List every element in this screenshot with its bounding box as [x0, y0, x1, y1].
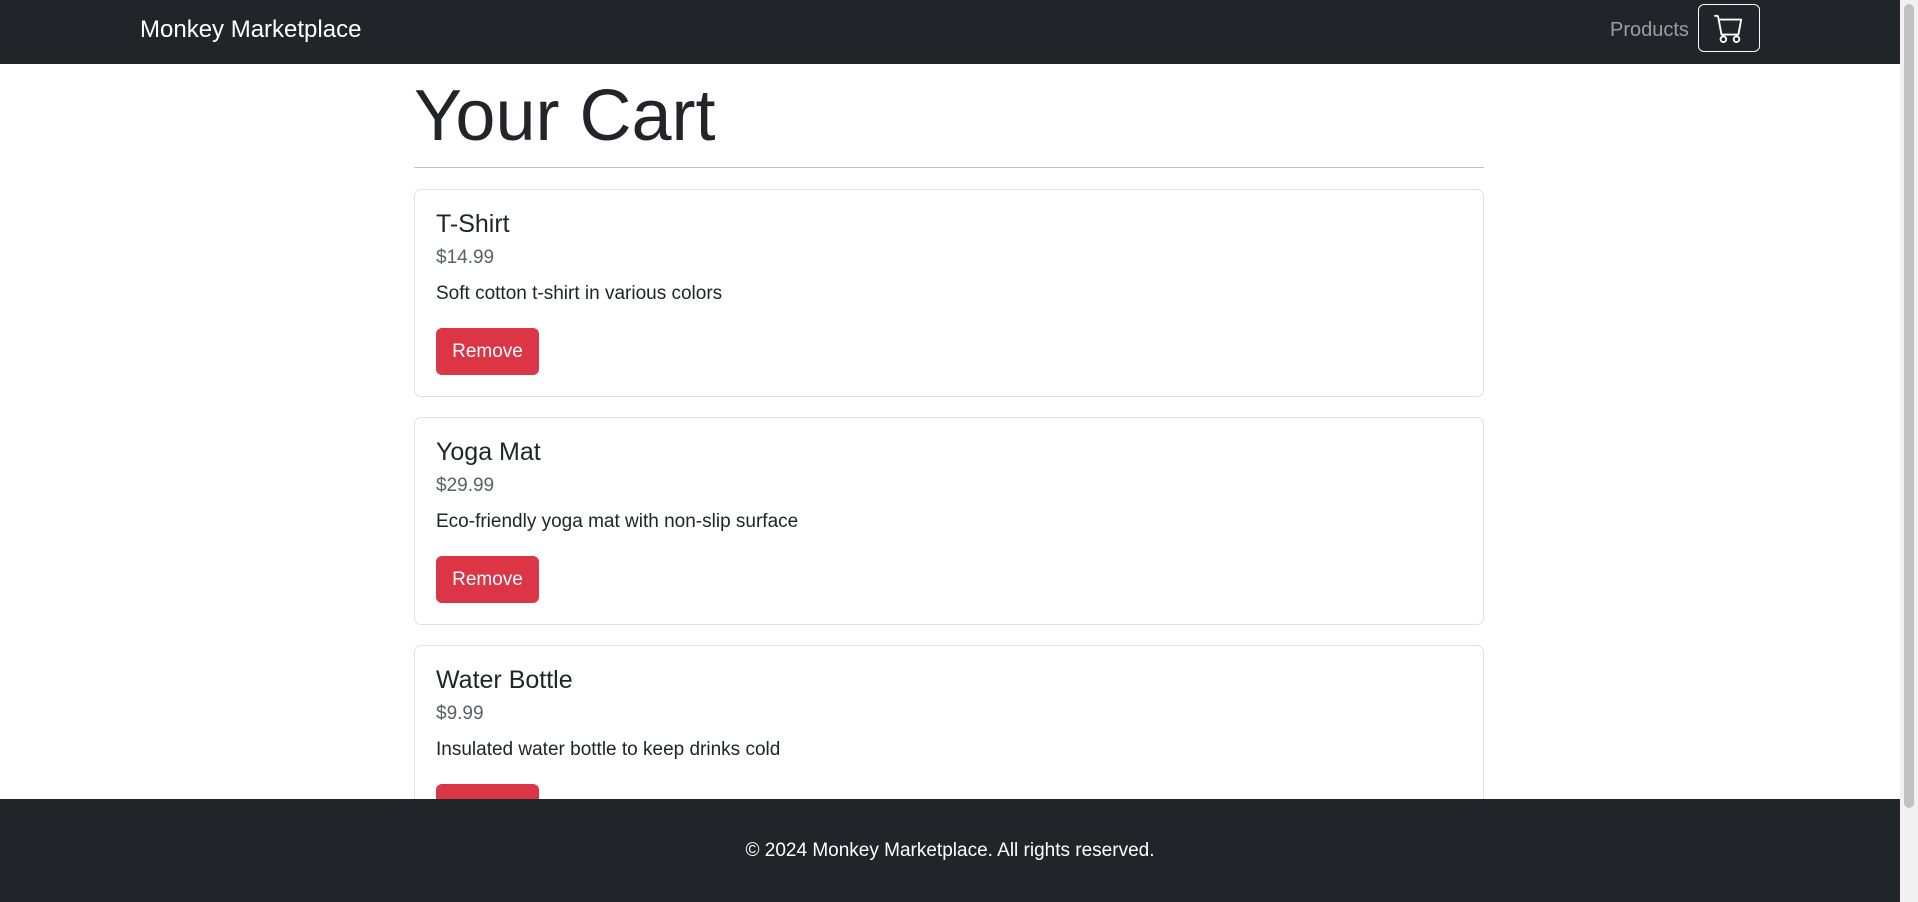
cart-item-card: Yoga Mat $29.99 Eco-friendly yoga mat wi… [414, 417, 1484, 625]
remove-button[interactable]: Remove [436, 556, 539, 603]
page-title: Your Cart [414, 76, 716, 156]
title-divider [414, 167, 1484, 168]
item-price: $14.99 [436, 247, 495, 268]
cart-content: Your Cart T-Shirt $14.99 Soft cotton t-s… [0, 64, 1900, 799]
item-description: Insulated water bottle to keep drinks co… [436, 739, 781, 760]
item-name: T-Shirt [436, 210, 510, 238]
scrollbar-thumb[interactable] [1904, 4, 1914, 808]
remove-button[interactable]: Remove [436, 328, 539, 375]
footer-copyright: © 2024 Monkey Marketplace. All rights re… [745, 839, 1155, 861]
cart-icon [1714, 14, 1743, 43]
item-description: Soft cotton t-shirt in various colors [436, 283, 723, 304]
top-navbar: Monkey Marketplace Products [0, 0, 1900, 64]
item-description: Eco-friendly yoga mat with non-slip surf… [436, 511, 799, 532]
item-name: Water Bottle [436, 666, 573, 694]
nav-products-link[interactable]: Products [1610, 0, 1689, 64]
item-name: Yoga Mat [436, 438, 541, 466]
remove-button[interactable]: Remove [436, 784, 539, 799]
cart-item-card: Water Bottle $9.99 Insulated water bottl… [414, 645, 1484, 799]
page-scrollbar[interactable] [1900, 0, 1918, 902]
page-footer: © 2024 Monkey Marketplace. All rights re… [0, 799, 1900, 902]
item-price: $9.99 [436, 703, 484, 724]
item-price: $29.99 [436, 475, 495, 496]
cart-item-card: T-Shirt $14.99 Soft cotton t-shirt in va… [414, 189, 1484, 397]
cart-button[interactable] [1698, 4, 1760, 52]
brand-link[interactable]: Monkey Marketplace [140, 0, 361, 64]
